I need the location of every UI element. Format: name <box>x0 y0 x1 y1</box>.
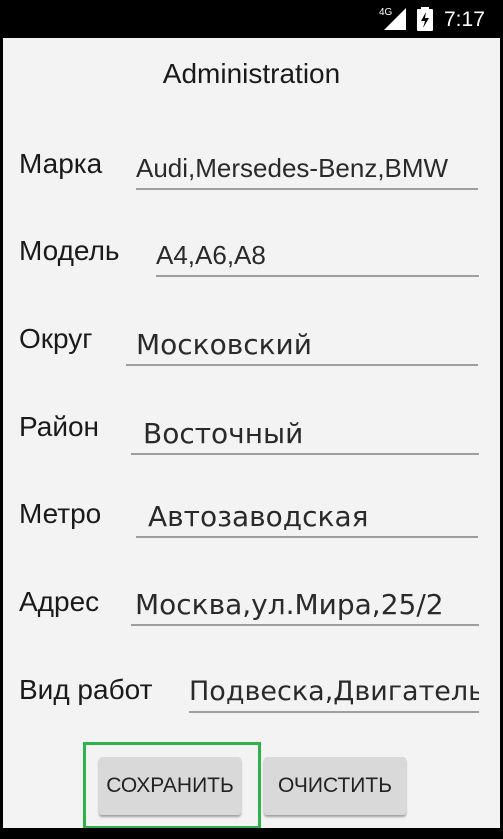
brand-field[interactable] <box>136 148 478 190</box>
signal-icon <box>382 8 406 35</box>
bottom-edge <box>0 828 503 839</box>
metro-input[interactable] <box>136 496 490 536</box>
district-label: Округ <box>19 323 93 354</box>
brand-label: Марка <box>19 148 103 179</box>
app-screen: Administration Марка Модель Округ Район … <box>3 38 500 829</box>
model-label: Модель <box>19 235 120 266</box>
clear-button[interactable]: ОЧИСТИТЬ <box>264 757 406 815</box>
model-field[interactable] <box>156 235 479 277</box>
model-input[interactable] <box>156 235 479 275</box>
battery-charging-icon <box>417 7 433 36</box>
status-bar: 4G 7:17 <box>0 0 503 38</box>
work-type-input[interactable] <box>189 671 479 711</box>
address-label: Адрес <box>19 586 100 617</box>
metro-field[interactable] <box>136 496 490 538</box>
work-type-label: Вид работ <box>19 674 153 705</box>
district-input[interactable] <box>126 324 488 364</box>
area-input[interactable] <box>131 413 491 453</box>
address-field[interactable] <box>131 584 483 626</box>
clock: 7:17 <box>444 8 485 31</box>
work-type-field[interactable] <box>189 671 479 713</box>
district-field[interactable] <box>126 324 488 366</box>
page-title: Administration <box>162 58 341 89</box>
area-field[interactable] <box>131 413 491 455</box>
address-input[interactable] <box>131 584 483 624</box>
metro-label: Метро <box>19 498 102 529</box>
area-label: Район <box>19 411 99 442</box>
save-button[interactable]: СОХРАНИТЬ <box>99 757 241 815</box>
brand-input[interactable] <box>136 148 478 188</box>
